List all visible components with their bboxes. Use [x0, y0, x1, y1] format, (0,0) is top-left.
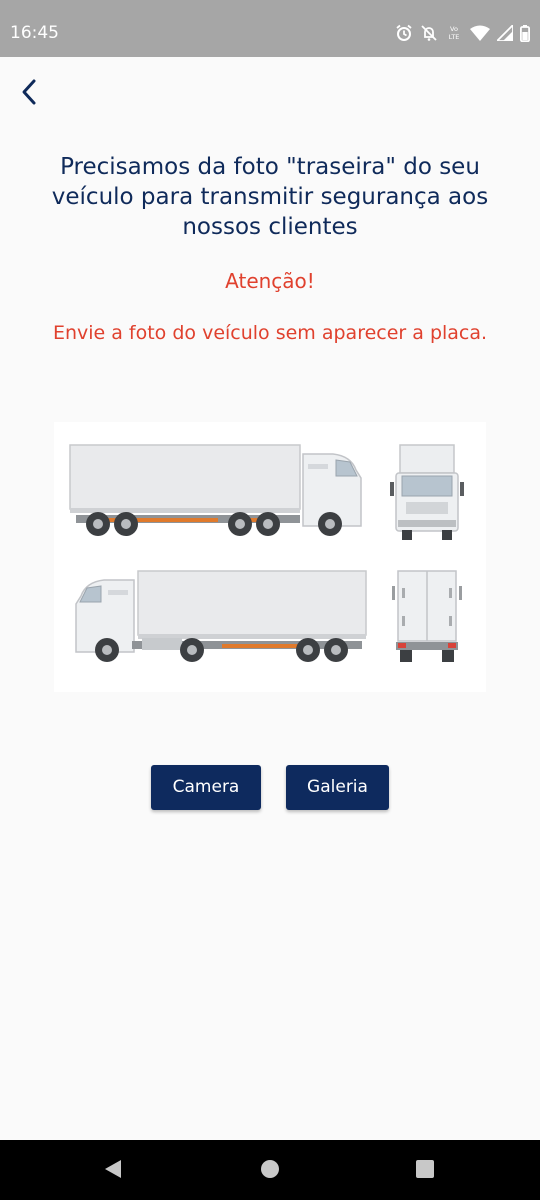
truck-side-right-illustration — [69, 444, 362, 536]
recents-square-icon[interactable] — [415, 1158, 435, 1180]
truck-side-left-illustration — [75, 570, 367, 662]
status-time: 16:45 — [10, 23, 59, 43]
battery-icon — [520, 24, 530, 42]
alarm-icon — [396, 24, 412, 41]
svg-text:Vo: Vo — [450, 25, 458, 33]
notifications-off-icon — [421, 25, 437, 41]
back-triangle-icon[interactable] — [103, 1158, 123, 1180]
status-icons: Vo LTE — [395, 22, 530, 44]
page-title: Precisamos da foto "traseira" do seu veí… — [51, 154, 489, 240]
warning-message: Envie a foto do veículo sem aparecer a p… — [52, 322, 488, 344]
wifi-icon — [470, 25, 490, 41]
home-circle-icon[interactable] — [259, 1158, 281, 1180]
signal-icon — [497, 25, 513, 41]
system-nav-bar — [0, 1140, 540, 1200]
chevron-left-icon — [22, 79, 36, 105]
truck-front-illustration — [390, 444, 464, 540]
camera-button[interactable]: Camera — [151, 765, 261, 810]
vehicle-reference-image — [54, 422, 486, 692]
gallery-button[interactable]: Galeria — [286, 765, 389, 810]
svg-text:LTE: LTE — [449, 33, 460, 41]
back-button[interactable] — [12, 74, 48, 110]
truck-rear-illustration — [392, 570, 462, 662]
attention-label: Atenção! — [225, 269, 315, 293]
volte-icon: Vo LTE — [449, 25, 460, 41]
status-bar: 16:45 Vo LTE — [0, 0, 540, 57]
